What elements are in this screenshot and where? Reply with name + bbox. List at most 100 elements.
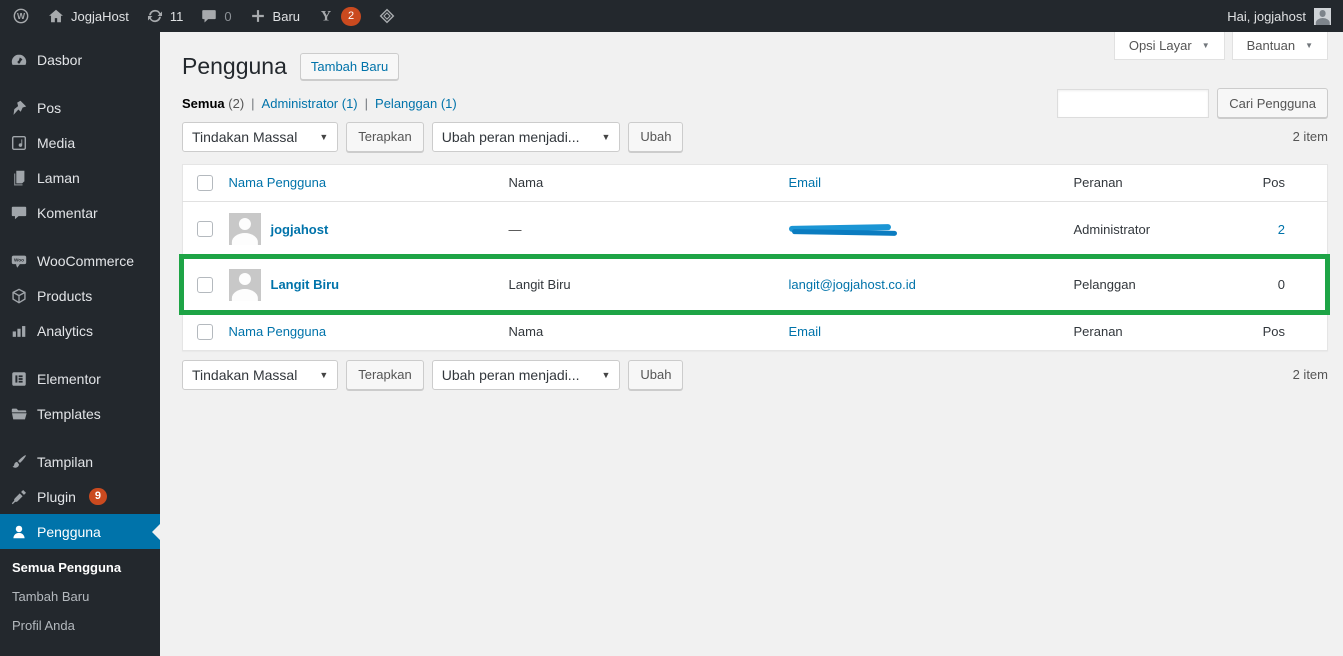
user-row-langit-biru: Langit Biru Langit Biru langit@jogjahost… <box>183 257 1328 313</box>
filter-administrator[interactable]: Administrator (1) <box>262 96 358 111</box>
sidebar-item-elementor[interactable]: Elementor <box>0 361 160 396</box>
select-all-checkbox[interactable] <box>197 323 213 340</box>
help-toggle[interactable]: Bantuan ▼ <box>1231 32 1328 60</box>
chevron-down-icon: ▼ <box>601 369 611 380</box>
sidebar-label: Templates <box>37 405 101 422</box>
wordpress-menu[interactable]: W <box>12 7 30 25</box>
yoast-seo-menu[interactable]: Y 2 <box>317 6 362 26</box>
sidebar-label: Komentar <box>37 204 98 221</box>
media-icon <box>9 133 28 152</box>
sidebar-label: Pengguna <box>37 523 101 540</box>
updates-link[interactable]: 11 <box>146 7 183 25</box>
select-all-checkbox[interactable] <box>197 174 213 191</box>
new-content-link[interactable]: Baru <box>249 7 300 25</box>
sidebar-label: WooCommerce <box>37 252 134 269</box>
filter-customer[interactable]: Pelanggan (1) <box>375 96 457 111</box>
change-role-select[interactable]: Ubah peran menjadi... ▼ <box>431 121 621 152</box>
comments-link[interactable]: 0 <box>200 7 232 25</box>
svg-text:Y: Y <box>321 9 332 25</box>
sidebar-label: Products <box>37 287 93 304</box>
sidebar-item-appearance[interactable]: Tampilan <box>0 444 160 479</box>
avatar <box>228 213 261 246</box>
account-menu[interactable]: Hai, jogjahost <box>1227 7 1331 25</box>
role-cell: Pelanggan <box>1073 277 1136 293</box>
home-icon <box>47 7 65 25</box>
submenu-all-users[interactable]: Semua Pengguna <box>0 553 160 582</box>
products-box-icon <box>9 286 28 305</box>
change-role-select[interactable]: Ubah peran menjadi... ▼ <box>431 359 621 390</box>
admin-sidebar: Dasbor Pos Media Laman Komentar Woo WooC… <box>0 32 160 656</box>
email-link[interactable]: langit@jogjahost.co.id <box>789 277 916 292</box>
username-link[interactable]: jogjahost <box>271 222 329 237</box>
posts-header: Pos <box>1239 312 1328 351</box>
chevron-down-icon: ▼ <box>601 131 611 142</box>
sidebar-label: Laman <box>37 169 80 186</box>
sidebar-item-plugins[interactable]: Plugin 9 <box>0 479 160 514</box>
sidebar-item-analytics[interactable]: Analytics <box>0 313 160 348</box>
sort-email-header[interactable]: Email <box>789 175 822 190</box>
change-role-button[interactable]: Ubah <box>628 121 684 152</box>
role-header: Peranan <box>1063 312 1240 351</box>
chevron-down-icon: ▼ <box>1305 41 1313 50</box>
screen-options-label: Opsi Layar <box>1128 38 1192 53</box>
separator: | <box>364 95 369 111</box>
change-role-button[interactable]: Ubah <box>628 359 684 390</box>
pushpin-icon <box>9 98 28 117</box>
sidebar-item-products[interactable]: Products <box>0 278 160 313</box>
sidebar-item-posts[interactable]: Pos <box>0 90 160 125</box>
main-content: Opsi Layar ▼ Bantuan ▼ Pengguna Tambah B… <box>160 32 1343 656</box>
submenu-your-profile[interactable]: Profil Anda <box>0 611 160 640</box>
page-title: Pengguna <box>182 53 287 79</box>
plugin-shortcut-menu[interactable] <box>378 7 396 25</box>
sidebar-label: Dasbor <box>37 51 83 68</box>
sidebar-item-woocommerce[interactable]: Woo WooCommerce <box>0 243 160 278</box>
filter-all[interactable]: Semua <box>182 96 225 111</box>
sidebar-label: Analytics <box>37 322 94 339</box>
add-new-user-button[interactable]: Tambah Baru <box>299 53 400 81</box>
screen-options-toggle[interactable]: Opsi Layar ▼ <box>1113 32 1225 60</box>
row-checkbox[interactable] <box>197 221 213 238</box>
bulk-action-value: Tindakan Massal <box>192 128 298 145</box>
comments-icon <box>9 203 28 222</box>
folder-icon <box>9 404 28 423</box>
sidebar-label: Plugin <box>37 488 76 505</box>
paintbrush-icon <box>9 452 28 471</box>
sort-username-header[interactable]: Nama Pengguna <box>229 175 327 190</box>
site-link[interactable]: JogjaHost <box>47 7 129 25</box>
search-users-input[interactable] <box>1057 88 1210 118</box>
bulk-action-select[interactable]: Tindakan Massal ▼ <box>182 359 339 390</box>
sidebar-item-dashboard[interactable]: Dasbor <box>0 42 160 77</box>
svg-text:Woo: Woo <box>14 257 24 262</box>
chevron-down-icon: ▼ <box>319 369 329 380</box>
sidebar-item-pages[interactable]: Laman <box>0 160 160 195</box>
posts-count: 0 <box>1277 277 1285 293</box>
sort-email-header[interactable]: Email <box>789 324 822 339</box>
sidebar-item-templates[interactable]: Templates <box>0 396 160 431</box>
site-name: JogjaHost <box>71 8 129 24</box>
svg-text:W: W <box>17 11 26 21</box>
help-label: Bantuan <box>1246 38 1296 53</box>
users-table: Nama Pengguna Nama Email Peranan Pos jog… <box>182 163 1328 351</box>
plug-icon <box>9 487 28 506</box>
sidebar-item-users[interactable]: Pengguna <box>0 514 160 549</box>
elementor-icon <box>9 369 28 388</box>
sidebar-item-comments[interactable]: Komentar <box>0 195 160 230</box>
bar-chart-icon <box>9 321 28 340</box>
sort-username-header[interactable]: Nama Pengguna <box>229 324 327 339</box>
username-link[interactable]: Langit Biru <box>271 277 340 292</box>
bulk-action-select[interactable]: Tindakan Massal ▼ <box>182 121 339 152</box>
search-users-button[interactable]: Cari Pengguna <box>1217 88 1328 118</box>
apply-button[interactable]: Terapkan <box>346 121 424 152</box>
bottom-bulk-actions-bar: Tindakan Massal ▼ Terapkan Ubah peran me… <box>182 359 1328 390</box>
woocommerce-icon: Woo <box>9 251 28 270</box>
search-users-form: Cari Pengguna <box>1057 88 1328 118</box>
apply-button[interactable]: Terapkan <box>346 359 424 390</box>
change-role-value: Ubah peran menjadi... <box>441 128 580 145</box>
avatar <box>228 268 261 301</box>
row-checkbox[interactable] <box>197 276 213 293</box>
posts-count-link[interactable]: 2 <box>1278 222 1285 237</box>
bulk-action-value: Tindakan Massal <box>192 366 298 383</box>
top-bulk-actions-bar: Tindakan Massal ▼ Terapkan Ubah peran me… <box>182 121 1328 152</box>
submenu-add-new[interactable]: Tambah Baru <box>0 582 160 611</box>
sidebar-item-media[interactable]: Media <box>0 125 160 160</box>
